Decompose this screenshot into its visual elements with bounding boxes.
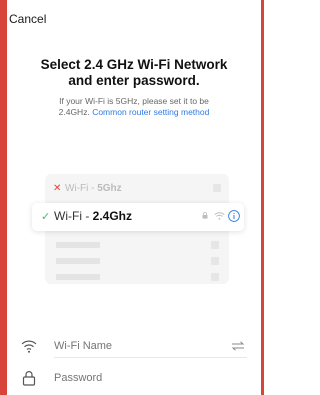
wifi-5ghz-label: Wi-Fi - 5Ghz xyxy=(65,183,122,194)
placeholder-bar xyxy=(56,242,100,248)
placeholder-bar xyxy=(56,258,100,264)
background-frame-left xyxy=(0,0,7,395)
page-title: Select 2.4 GHz Wi-Fi Network and enter p… xyxy=(7,57,261,89)
swap-icon[interactable] xyxy=(231,341,245,351)
field-underline xyxy=(54,357,247,358)
lock-icon xyxy=(22,371,36,386)
placeholder-square xyxy=(211,257,219,265)
wifi-row-5ghz: ✕ Wi-Fi - 5Ghz xyxy=(47,180,227,198)
password-field xyxy=(21,368,247,390)
cross-icon: ✕ xyxy=(53,183,62,194)
instructions-line-1: If your Wi-Fi is 5GHz, please set it to … xyxy=(59,96,209,106)
bottom-sheet: Cancel Select 2.4 GHz Wi-Fi Network and … xyxy=(7,0,261,395)
placeholder-square xyxy=(213,184,221,192)
lock-icon xyxy=(202,212,208,219)
placeholder-square xyxy=(211,241,219,249)
instructions-prefix: 2.4GHz. xyxy=(58,107,90,117)
wifi-row-2-4ghz: ✓ Wi-Fi - 2.4Ghz xyxy=(32,203,244,231)
info-icon xyxy=(228,210,240,222)
router-settings-link[interactable]: Common router setting method xyxy=(92,107,209,117)
password-input[interactable] xyxy=(54,372,204,384)
wifi-name-input[interactable] xyxy=(54,340,204,352)
placeholder-square xyxy=(211,273,219,281)
instructions-text: If your Wi-Fi is 5GHz, please set it to … xyxy=(21,96,247,118)
check-icon: ✓ xyxy=(41,211,51,223)
title-line-2: and enter password. xyxy=(68,73,200,88)
cancel-button[interactable]: Cancel xyxy=(9,12,46,26)
title-line-1: Select 2.4 GHz Wi-Fi Network xyxy=(40,57,228,72)
background-frame-right xyxy=(261,0,264,395)
placeholder-bar xyxy=(56,274,100,280)
wifi-icon xyxy=(214,212,225,220)
wifi-name-field xyxy=(21,336,247,358)
wifi-icon xyxy=(21,340,37,353)
instructions-line-2: 2.4GHz. Common router setting method xyxy=(21,107,247,118)
wifi-2-4ghz-label: Wi-Fi - 2.4Ghz xyxy=(54,209,133,223)
